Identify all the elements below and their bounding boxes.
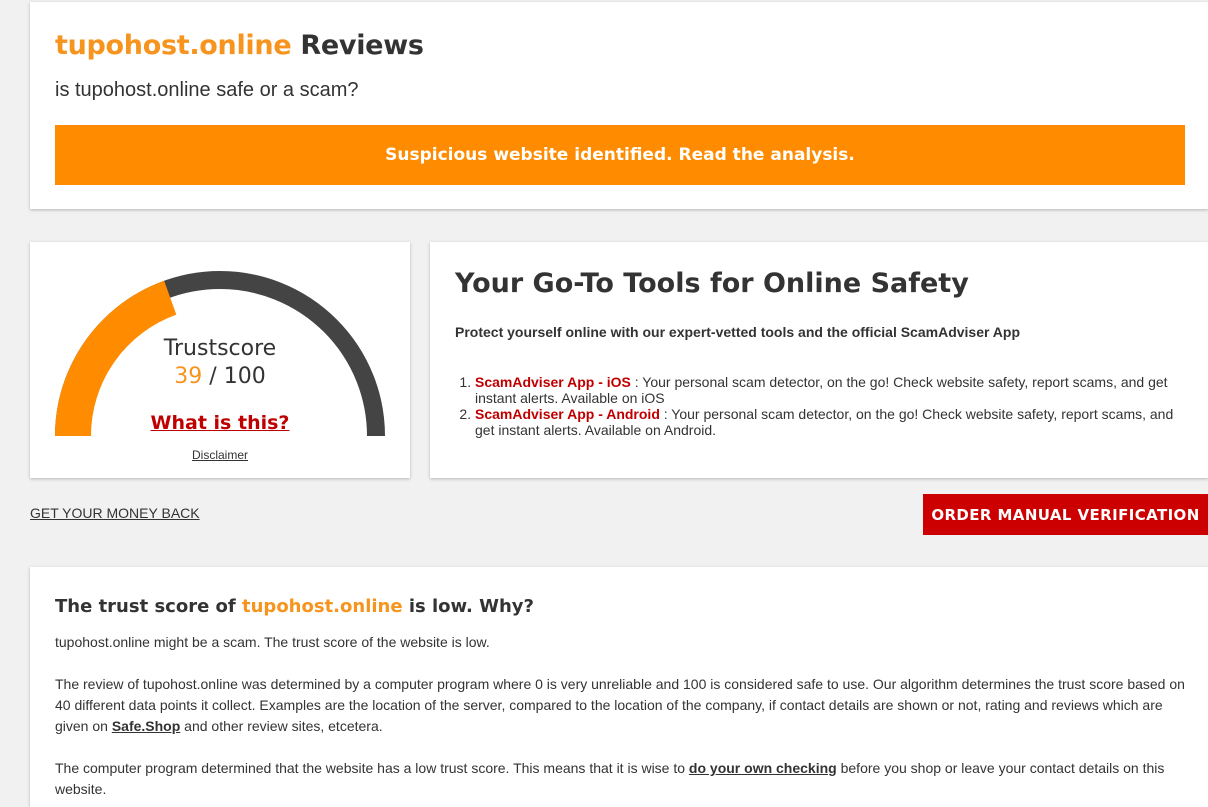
- page-title: tupohost.online Reviews: [55, 30, 424, 61]
- header-card: tupohost.online Reviews is tupohost.onli…: [30, 2, 1208, 209]
- android-app-link[interactable]: ScamAdviser App - Android: [475, 406, 660, 422]
- page-subtitle: is tupohost.online safe or a scam?: [55, 79, 359, 101]
- get-money-back-link[interactable]: GET YOUR MONEY BACK: [30, 505, 200, 521]
- disclaimer-link[interactable]: Disclaimer: [30, 448, 410, 462]
- explanation-title-suffix: is low. Why?: [402, 596, 534, 617]
- trustscore-max: / 100: [202, 364, 266, 389]
- order-manual-verification-button[interactable]: ORDER MANUAL VERIFICATION: [923, 494, 1208, 535]
- alert-text: Suspicious website identified. Read the …: [385, 145, 855, 165]
- trustscore-card: Trustscore 39 / 100 What is this? Discla…: [30, 242, 410, 478]
- do-your-own-checking-link[interactable]: do your own checking: [689, 760, 837, 776]
- paragraph-2-text-b: and other review sites, etcetera.: [180, 718, 383, 734]
- tools-list-item: ScamAdviser App - iOS : Your personal sc…: [475, 374, 1195, 406]
- explanation-title-prefix: The trust score of: [55, 596, 243, 617]
- explanation-title-domain: tupohost.online: [242, 596, 403, 617]
- trustscore-value: 39 / 100: [30, 364, 410, 389]
- suspicious-alert-banner[interactable]: Suspicious website identified. Read the …: [55, 125, 1185, 185]
- tools-list: ScamAdviser App - iOS : Your personal sc…: [455, 374, 1195, 438]
- title-suffix: Reviews: [291, 30, 424, 61]
- trustscore-label: Trustscore: [163, 336, 277, 361]
- paragraph-3-text-a: The computer program determined that the…: [55, 760, 689, 776]
- explanation-paragraph-3: The computer program determined that the…: [55, 758, 1185, 800]
- explanation-paragraph-1: tupohost.online might be a scam. The tru…: [55, 634, 490, 650]
- tools-intro: Protect yourself online with our expert-…: [455, 324, 1021, 340]
- trustscore-number: 39: [174, 364, 203, 389]
- title-domain: tupohost.online: [55, 30, 292, 61]
- explanation-paragraph-2: The review of tupohost.online was determ…: [55, 674, 1185, 737]
- ios-app-link[interactable]: ScamAdviser App - iOS: [475, 374, 631, 390]
- explanation-title: The trust score of tupohost.online is lo…: [55, 596, 534, 617]
- safe-shop-link[interactable]: Safe.Shop: [112, 718, 180, 734]
- order-button-label: ORDER MANUAL VERIFICATION: [931, 505, 1200, 524]
- tools-list-item: ScamAdviser App - Android : Your persona…: [475, 406, 1195, 438]
- what-is-this-link[interactable]: What is this?: [30, 412, 410, 434]
- safety-tools-card: Your Go-To Tools for Online Safety Prote…: [430, 242, 1208, 478]
- trust-score-explanation-card: The trust score of tupohost.online is lo…: [30, 567, 1208, 807]
- tools-title: Your Go-To Tools for Online Safety: [455, 268, 969, 299]
